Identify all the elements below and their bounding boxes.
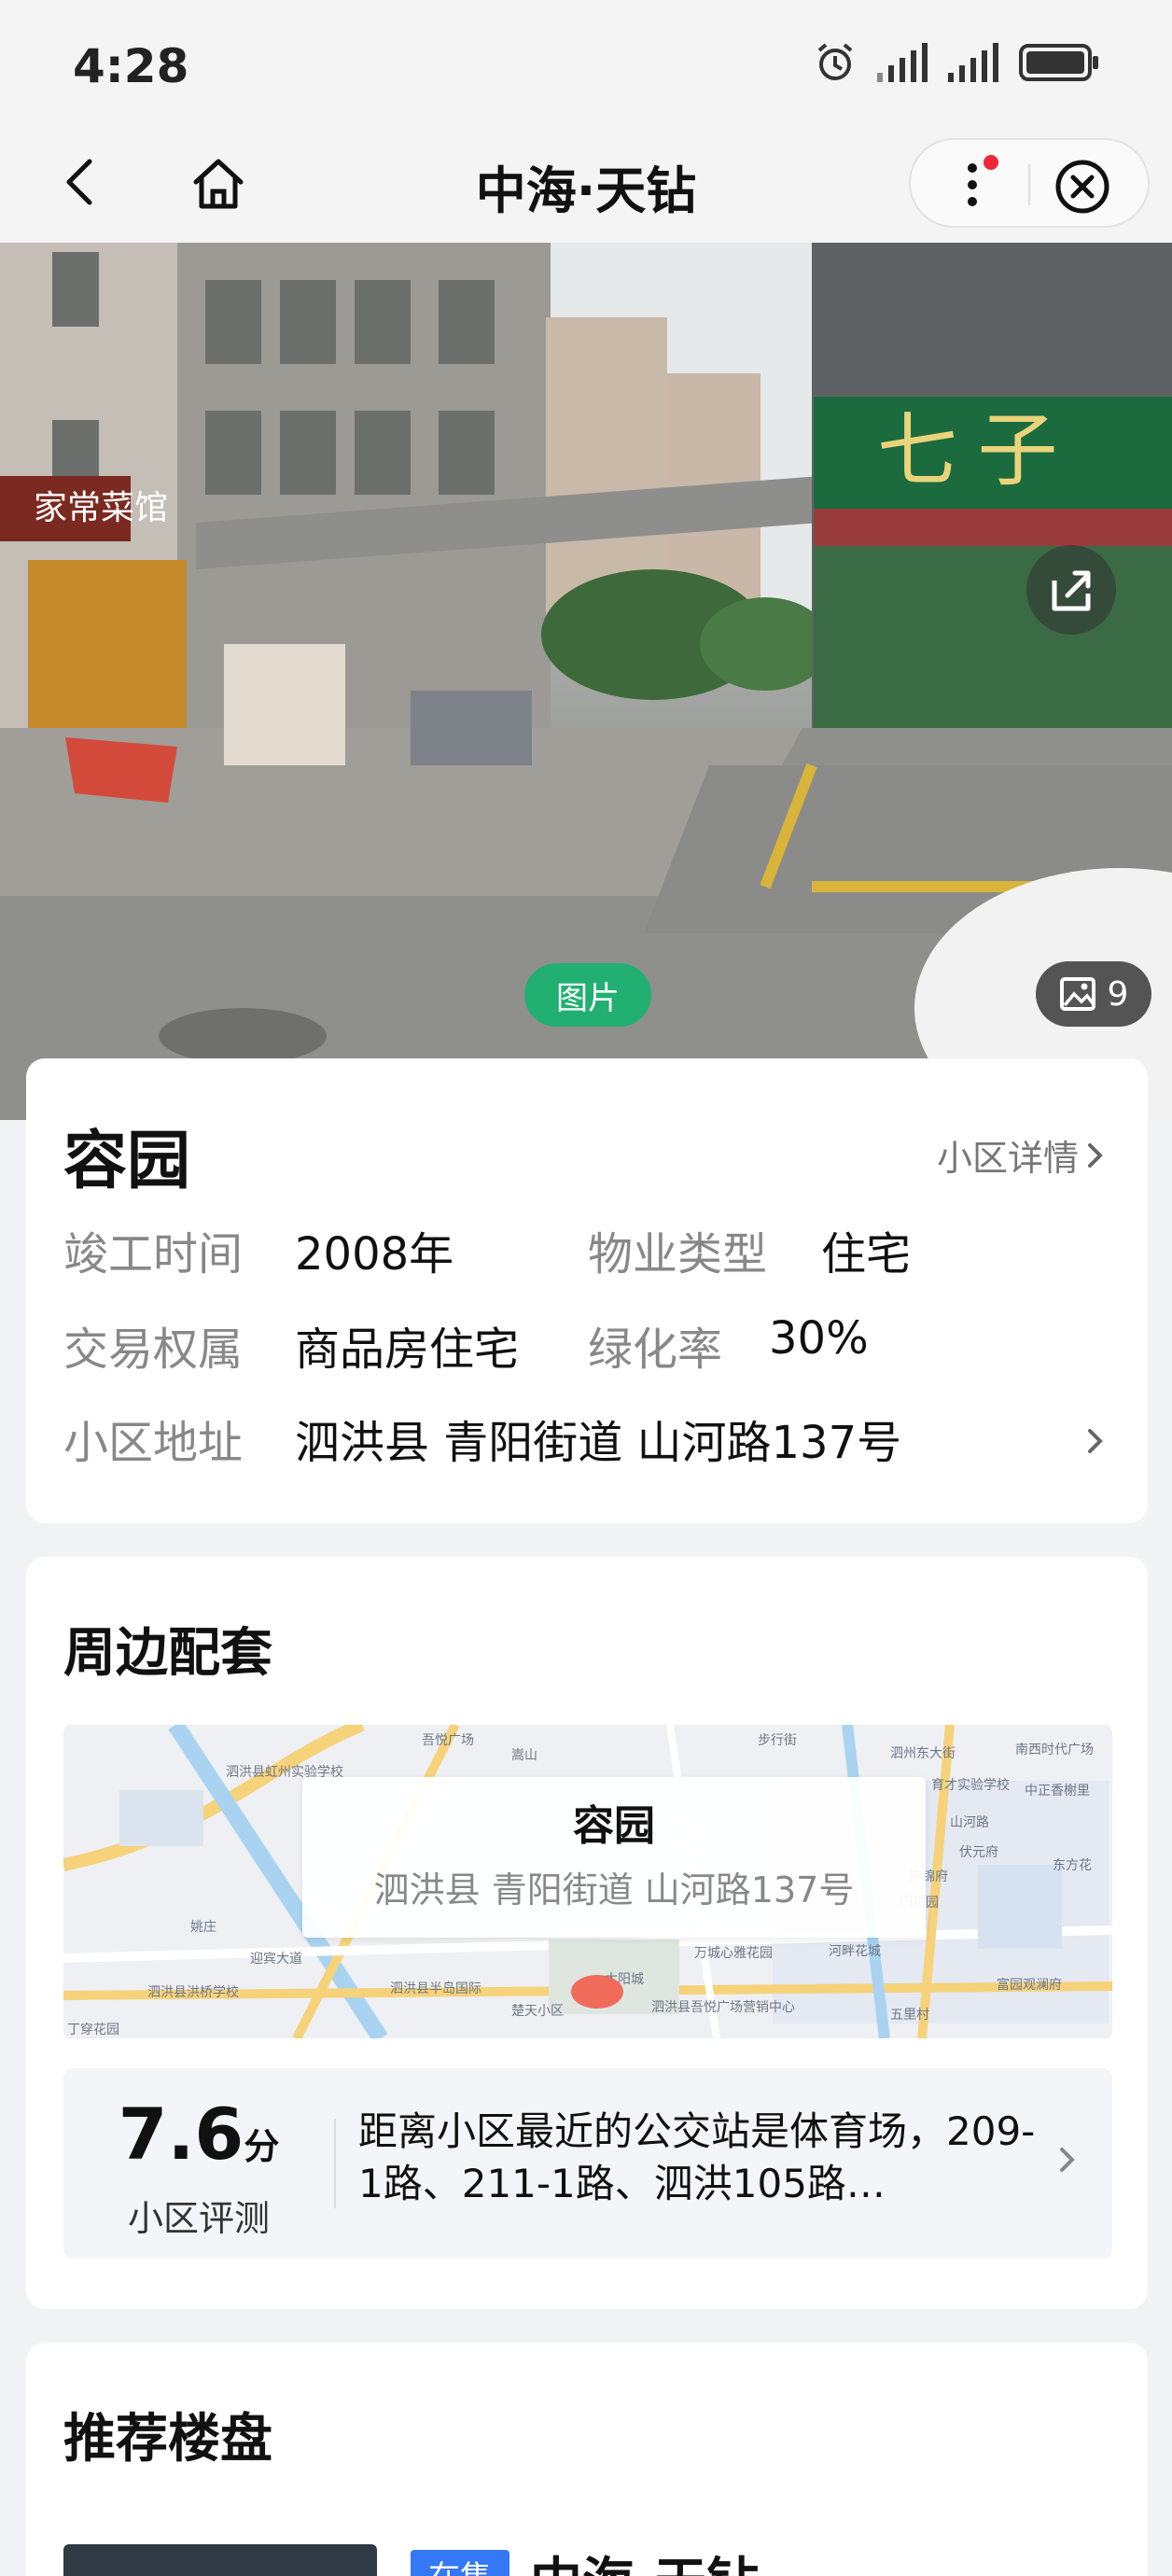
photo-count-badge[interactable]: 9 [1036, 961, 1151, 1027]
recommend-name[interactable]: 中海·天钻 [530, 2541, 759, 2576]
score-unit: 分 [244, 2126, 280, 2167]
alarm-icon [817, 43, 853, 80]
address-chevron-icon[interactable] [1084, 1424, 1107, 1458]
capsule-divider [1028, 164, 1030, 205]
map-label: 步行街 [758, 1733, 797, 1748]
community-info-card: 容园 小区详情 竣工时间 2008年 物业类型 住宅 交易权属 商品房住宅 绿化… [26, 1058, 1148, 1523]
svg-text:家常菜馆: 家常菜馆 [34, 488, 168, 526]
map-label: 泗州东大街 [890, 1746, 956, 1761]
share-icon [1052, 570, 1091, 611]
map-label: 育才实验学校 [931, 1778, 1010, 1793]
map-label: 泗洪县洪桥学校 [147, 1985, 239, 2000]
more-icon[interactable] [948, 155, 1004, 215]
green-rate-value: 30% [769, 1312, 869, 1365]
map-label: 嵩山 [511, 1748, 537, 1763]
property-type-value: 住宅 [821, 1228, 912, 1281]
community-detail-label: 小区详情 [936, 1138, 1079, 1179]
recommend-card: 推荐楼盘 在售 中海·天钻 [26, 2343, 1148, 2576]
community-score-box[interactable]: 7.6分 小区评测 距离小区最近的公交站是体育场，209-1路、211-1路、泗… [63, 2068, 1112, 2259]
photo-tab-pill[interactable]: 图片 [524, 963, 651, 1027]
score-display: 7.6分 [63, 2093, 334, 2176]
map-location-bubble[interactable]: 容园 泗洪县 青阳街道 山河路137号 [302, 1777, 926, 1938]
completion-value: 2008年 [295, 1228, 454, 1281]
map-label: 吾悦广场 [422, 1733, 474, 1748]
ownership-label: 交易权属 [63, 1323, 244, 1376]
map-label: 泗洪县半岛国际 [390, 1981, 481, 1996]
map-label: 伏元府 [959, 1845, 998, 1860]
status-time: 4:28 [73, 39, 189, 93]
map-label: 南西时代广场 [1015, 1743, 1094, 1757]
map-label: 万城心雅花园 [694, 1946, 773, 1961]
chevron-right-icon [1060, 2148, 1075, 2172]
map-label: 迎宾大道 [250, 1952, 302, 1967]
mini-program-capsule [909, 138, 1150, 228]
surroundings-map[interactable]: 吾悦广场 泗洪县虹州实验学校 嵩山 步行街 泗州东大街 南西时代广场 育才实验学… [63, 1725, 1112, 2038]
map-label: 富园观澜府 [997, 1978, 1062, 1993]
recommend-thumbnail[interactable] [63, 2544, 377, 2576]
ownership-value: 商品房住宅 [295, 1323, 520, 1376]
image-icon [1059, 977, 1095, 1011]
close-icon[interactable] [1053, 157, 1112, 217]
share-button[interactable] [1026, 545, 1116, 635]
battery-icon [1019, 44, 1098, 81]
chevron-right-icon [1088, 1142, 1103, 1168]
map-label: 姚庄 [190, 1920, 216, 1935]
map-bubble-address: 泗洪县 青阳街道 山河路137号 [373, 1869, 855, 1911]
community-detail-link[interactable]: 小区详情 [937, 1129, 1107, 1181]
status-icons [814, 41, 1099, 84]
sale-status-badge: 在售 [411, 2550, 509, 2576]
surroundings-card: 周边配套 吾悦广场 泗洪县虹州实验学校 嵩山 步行街 泗州东大街 南西时代广场 … [26, 1557, 1148, 2309]
completion-label: 竣工时间 [63, 1228, 244, 1281]
map-label: 山河路 [950, 1815, 989, 1830]
recommend-title: 推荐楼盘 [63, 2409, 272, 2470]
score-divider [334, 2119, 336, 2208]
map-pin-icon [571, 1975, 623, 2009]
map-label: 东方花 [1053, 1858, 1092, 1873]
signal-icon [877, 43, 928, 82]
status-bar: 4:28 [0, 0, 1172, 138]
surroundings-title: 周边配套 [63, 1623, 272, 1684]
map-label: 中正香榭里 [1025, 1784, 1090, 1799]
map-label: 五里村 [890, 2008, 929, 2023]
signal-icon-2 [948, 43, 998, 82]
community-name: 容园 [63, 1125, 191, 1198]
score-value: 7.6 [118, 2093, 244, 2176]
map-label: 泗洪县吾悦广场营销中心 [651, 2000, 795, 2015]
address-value[interactable]: 泗洪县 青阳街道 山河路137号 [295, 1406, 901, 1471]
map-bubble-title: 容园 [573, 1802, 655, 1850]
photo-count-value: 9 [1107, 974, 1129, 1014]
map-label: 楚天小区 [511, 2004, 564, 2019]
bus-stop-summary: 距离小区最近的公交站是体育场，209-1路、211-1路、泗洪105路… [358, 2108, 1036, 2206]
green-rate-label: 绿化率 [588, 1323, 723, 1376]
map-label: 丁穿花园 [67, 2023, 119, 2037]
svg-text:七 子: 七 子 [877, 406, 1058, 496]
address-label: 小区地址 [63, 1417, 244, 1469]
score-label: 小区评测 [127, 2198, 270, 2239]
map-label: 河畔花城 [829, 1944, 881, 1959]
property-type-label: 物业类型 [588, 1228, 768, 1281]
